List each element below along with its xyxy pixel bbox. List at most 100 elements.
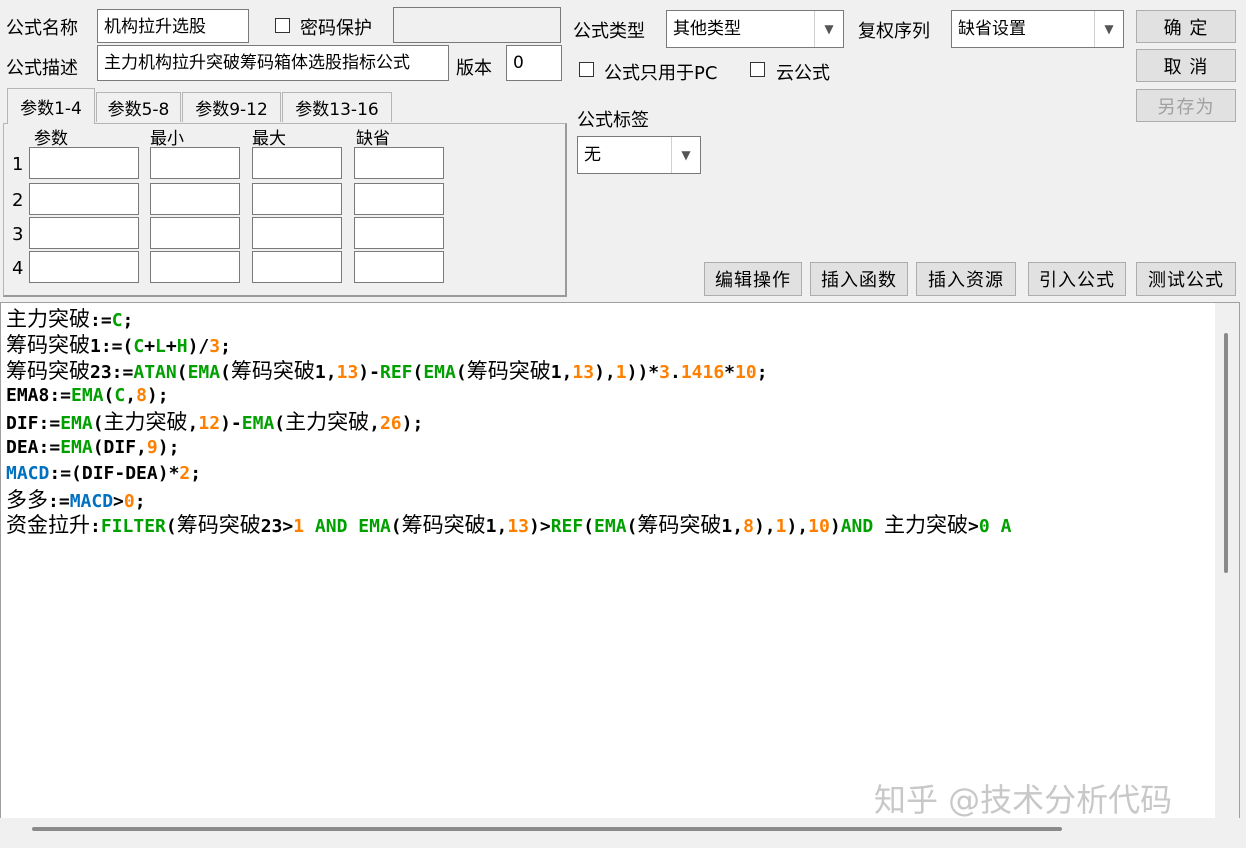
vertical-scroll-thumb[interactable] bbox=[1224, 333, 1228, 573]
code-line: DIF:=EMA(主力突破,12)-EMA(主力突破,26); bbox=[6, 409, 423, 435]
code-editor[interactable]: 主力突破:=C; 筹码突破1:=(C+L+H)/3; 筹码突破23:=ATAN(EM… bbox=[0, 302, 1240, 824]
password-checkbox[interactable] bbox=[275, 18, 290, 33]
param-default-input[interactable] bbox=[354, 147, 444, 179]
edit-ops-button[interactable]: 编辑操作 bbox=[704, 262, 802, 296]
param-min-input[interactable] bbox=[150, 217, 240, 249]
code-token: EMA bbox=[71, 385, 104, 407]
horizontal-scrollbar[interactable] bbox=[0, 818, 1240, 842]
code-token: ( bbox=[274, 413, 286, 435]
code-token: ( bbox=[103, 385, 115, 407]
tab-params-13-16[interactable]: 参数13-16 bbox=[282, 92, 392, 122]
param-default-input[interactable] bbox=[354, 217, 444, 249]
code-token: 1416 bbox=[680, 361, 725, 383]
cloud-label: 云公式 bbox=[776, 63, 830, 84]
code-token: EMA bbox=[423, 361, 456, 383]
chevron-down-icon: ▼ bbox=[1094, 11, 1123, 47]
pc-only-checkbox[interactable] bbox=[579, 62, 594, 77]
code-token: ( bbox=[220, 361, 231, 383]
description-input[interactable]: 主力机构拉升突破筹码箱体选股指标公式 bbox=[97, 45, 449, 81]
formula-type-select[interactable]: 其他类型 ▼ bbox=[666, 10, 844, 48]
param-name-input[interactable] bbox=[29, 217, 139, 249]
code-token: , bbox=[125, 385, 137, 407]
param-min-input[interactable] bbox=[150, 183, 240, 215]
code-token: ; bbox=[220, 335, 231, 357]
code-token: DEA:= bbox=[6, 437, 61, 458]
ok-button[interactable]: 确 定 bbox=[1136, 10, 1236, 43]
param-row-number: 3 bbox=[12, 224, 24, 245]
tab-params-9-12[interactable]: 参数9-12 bbox=[182, 92, 281, 122]
code-token: 1 bbox=[293, 516, 305, 538]
vertical-scrollbar[interactable] bbox=[1215, 303, 1239, 823]
param-default-input[interactable] bbox=[354, 251, 444, 283]
code-token: 筹码突破 bbox=[401, 513, 486, 538]
code-token: EMA bbox=[358, 516, 391, 538]
insert-resource-button[interactable]: 插入资源 bbox=[916, 262, 1016, 296]
code-token: : bbox=[90, 516, 101, 538]
code-token: ; bbox=[756, 361, 768, 383]
code-token: 9 bbox=[146, 437, 158, 458]
code-token: ; bbox=[134, 490, 146, 512]
restore-value: 缺省设置 bbox=[958, 19, 1026, 39]
code-token: 筹码突破 bbox=[6, 332, 90, 357]
test-formula-button[interactable]: 测试公式 bbox=[1136, 262, 1236, 296]
formula-type-label: 公式类型 bbox=[573, 21, 645, 42]
code-token: 主力突破 bbox=[6, 307, 90, 331]
param-default-input[interactable] bbox=[354, 183, 444, 215]
code-token: , bbox=[369, 413, 380, 435]
code-token: := bbox=[48, 490, 70, 512]
code-token: 1, bbox=[314, 361, 337, 383]
tag-select[interactable]: 无 ▼ bbox=[577, 136, 701, 174]
code-token: 主力突破 bbox=[103, 410, 188, 435]
version-input[interactable]: 0 bbox=[506, 45, 562, 81]
code-token: 主力突破 bbox=[884, 513, 969, 538]
cancel-button[interactable]: 取 消 bbox=[1136, 49, 1236, 82]
param-max-input[interactable] bbox=[252, 217, 342, 249]
code-token: := bbox=[90, 310, 112, 331]
param-max-input[interactable] bbox=[252, 251, 342, 283]
param-name-input[interactable] bbox=[29, 183, 139, 215]
code-token: 26 bbox=[379, 413, 402, 435]
restore-select[interactable]: 缺省设置 ▼ bbox=[951, 10, 1124, 48]
code-token: AND bbox=[840, 516, 874, 538]
param-max-input[interactable] bbox=[252, 147, 342, 179]
code-token: ( bbox=[176, 361, 188, 383]
param-min-input[interactable] bbox=[150, 251, 240, 283]
param-row-number: 4 bbox=[12, 258, 24, 279]
code-token: 1 bbox=[615, 361, 627, 383]
param-name-input[interactable] bbox=[29, 147, 139, 179]
chevron-down-icon: ▼ bbox=[814, 11, 843, 47]
code-token: C bbox=[114, 385, 126, 407]
code-token: 2 bbox=[179, 462, 191, 484]
code-token: 13 bbox=[507, 516, 529, 538]
code-token: 筹码突破 bbox=[230, 358, 315, 383]
param-min-input[interactable] bbox=[150, 147, 240, 179]
code-token: 筹码突破 bbox=[466, 358, 551, 383]
code-token: 13 bbox=[336, 361, 359, 383]
insert-function-button[interactable]: 插入函数 bbox=[810, 262, 908, 296]
code-token: EMA bbox=[60, 437, 93, 458]
tab-params-5-8[interactable]: 参数5-8 bbox=[96, 92, 181, 122]
cloud-checkbox[interactable] bbox=[750, 62, 765, 77]
code-token: ); bbox=[146, 385, 169, 407]
tab-params-1-4[interactable]: 参数1-4 bbox=[7, 88, 95, 124]
code-line: 多多:=MACD>0; bbox=[6, 487, 146, 513]
formula-name-label: 公式名称 bbox=[6, 18, 78, 39]
code-line: 筹码突破23:=ATAN(EMA(筹码突破1,13)-REF(EMA(筹码突破1… bbox=[6, 358, 768, 384]
code-token: EMA bbox=[594, 516, 627, 538]
password-input[interactable] bbox=[393, 7, 561, 43]
code-token: * bbox=[724, 361, 736, 383]
param-max-input[interactable] bbox=[252, 183, 342, 215]
code-token: + bbox=[144, 335, 156, 357]
formula-name-input[interactable]: 机构拉升选股 bbox=[97, 9, 249, 43]
import-formula-button[interactable]: 引入公式 bbox=[1028, 262, 1126, 296]
code-token: ), bbox=[786, 516, 809, 538]
horizontal-scroll-thumb[interactable] bbox=[32, 827, 1062, 831]
param-name-input[interactable] bbox=[29, 251, 139, 283]
save-as-button[interactable]: 另存为 bbox=[1136, 89, 1236, 122]
code-token: ); bbox=[401, 413, 424, 435]
code-token: 12 bbox=[198, 413, 221, 435]
code-token: ), bbox=[753, 516, 776, 538]
tag-value: 无 bbox=[584, 145, 601, 165]
code-token: 23:= bbox=[90, 361, 134, 383]
